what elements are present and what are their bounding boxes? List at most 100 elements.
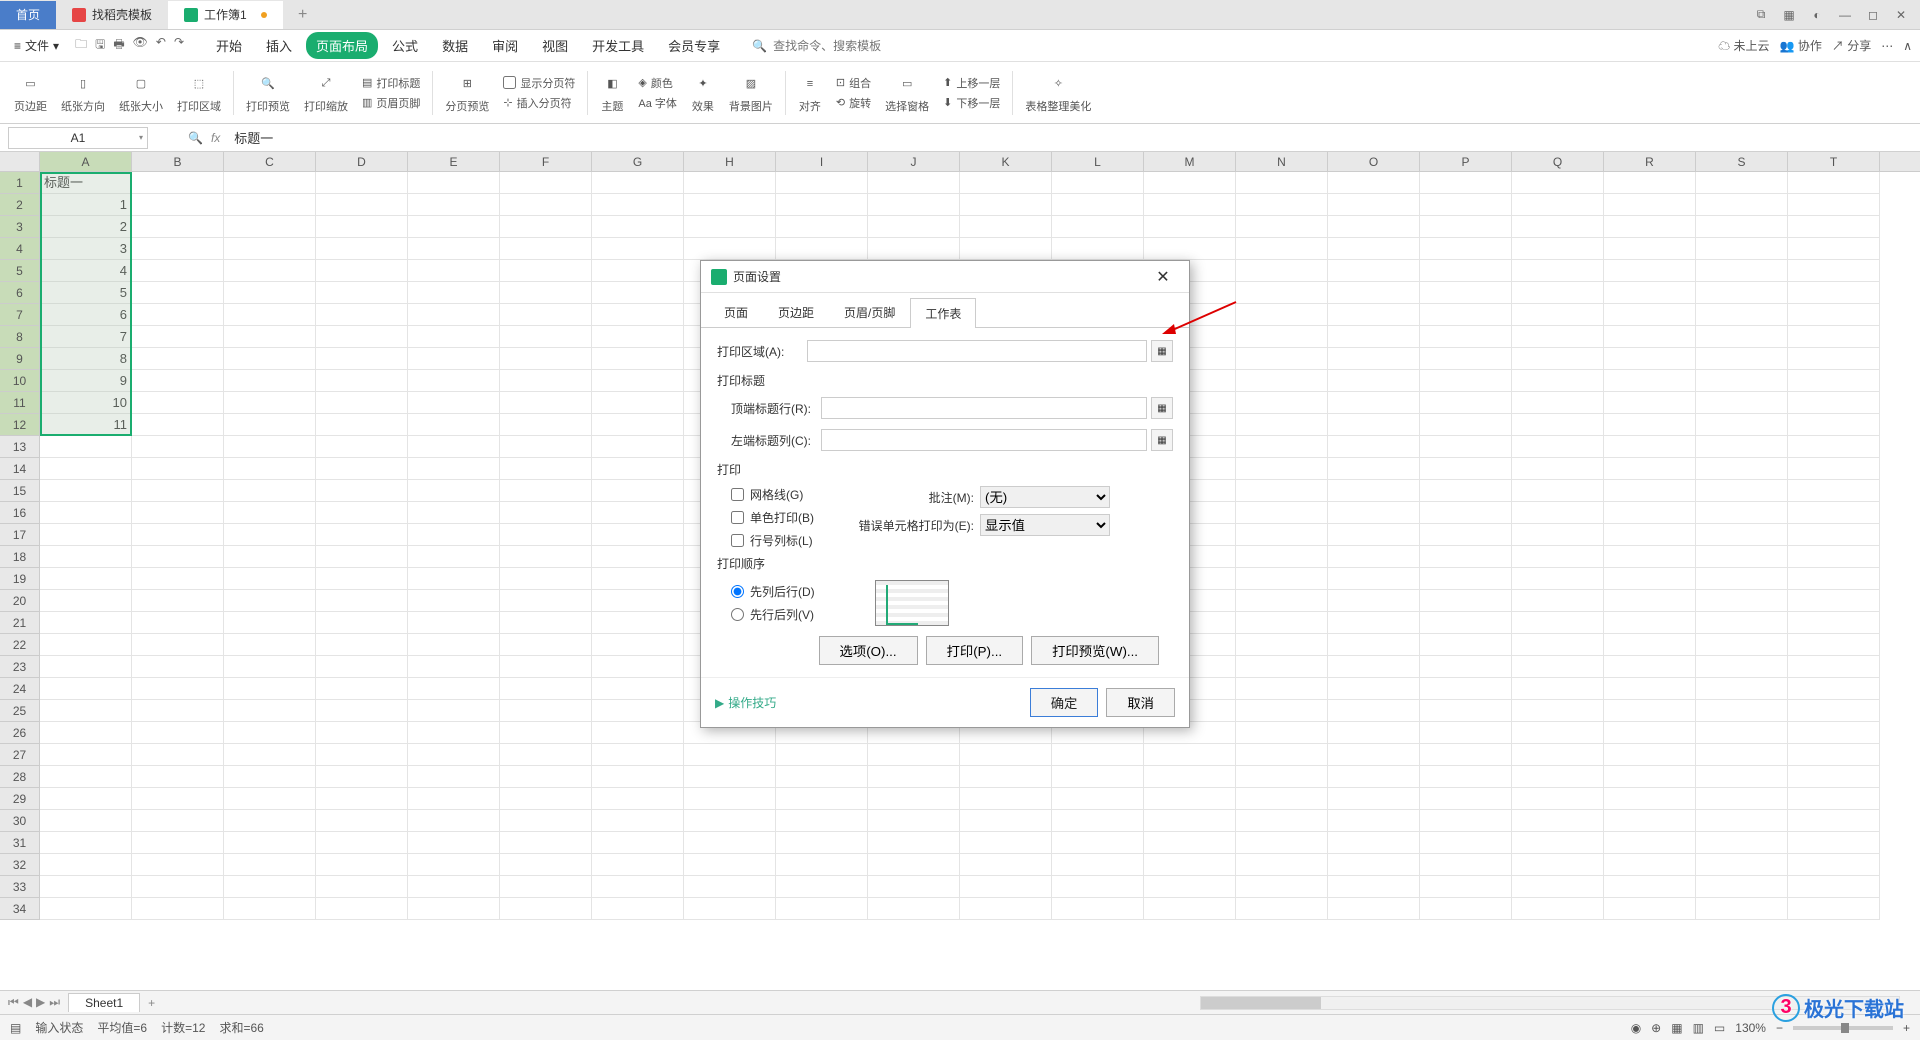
cell[interactable] (132, 172, 224, 194)
cell[interactable] (1420, 238, 1512, 260)
cell[interactable] (316, 172, 408, 194)
cell[interactable] (1420, 700, 1512, 722)
cell[interactable] (132, 348, 224, 370)
cell[interactable] (1788, 260, 1880, 282)
cell[interactable] (316, 876, 408, 898)
bw-check[interactable]: 单色打印(B) (731, 509, 814, 526)
cell[interactable] (316, 678, 408, 700)
cell[interactable] (1420, 194, 1512, 216)
cell[interactable] (1788, 788, 1880, 810)
cell[interactable] (1512, 854, 1604, 876)
cell[interactable] (1788, 458, 1880, 480)
cell[interactable] (1420, 326, 1512, 348)
cell[interactable] (500, 524, 592, 546)
cell[interactable] (408, 370, 500, 392)
cell[interactable] (1144, 854, 1236, 876)
cell[interactable] (1236, 590, 1328, 612)
cell[interactable] (1512, 700, 1604, 722)
cell[interactable] (1696, 414, 1788, 436)
cell[interactable] (1052, 788, 1144, 810)
cell[interactable] (1604, 370, 1696, 392)
col-header[interactable]: Q (1512, 152, 1604, 171)
align-button[interactable]: ≡对齐 (792, 72, 828, 114)
cell[interactable] (1788, 238, 1880, 260)
cell[interactable] (500, 282, 592, 304)
cell[interactable] (500, 854, 592, 876)
cell[interactable] (500, 590, 592, 612)
cell[interactable] (408, 348, 500, 370)
cell[interactable] (40, 480, 132, 502)
tips-link[interactable]: ▶操作技巧 (715, 688, 776, 717)
cell[interactable] (1604, 656, 1696, 678)
cell[interactable] (40, 678, 132, 700)
cell[interactable] (1328, 854, 1420, 876)
cell[interactable] (408, 480, 500, 502)
cell[interactable] (960, 238, 1052, 260)
coop-button[interactable]: 👥 协作 (1780, 37, 1822, 54)
cell[interactable] (132, 766, 224, 788)
name-box[interactable]: A1 (8, 127, 148, 149)
row-header[interactable]: 34 (0, 898, 40, 920)
cell[interactable] (1328, 766, 1420, 788)
row-header[interactable]: 33 (0, 876, 40, 898)
cell[interactable] (224, 480, 316, 502)
sheet-last-icon[interactable]: ⏭ (49, 995, 60, 1010)
ribbon-tab-5[interactable]: 审阅 (482, 32, 528, 59)
row-header[interactable]: 32 (0, 854, 40, 876)
cell[interactable] (960, 744, 1052, 766)
print-area-picker[interactable]: ▦ (1151, 340, 1173, 362)
cell[interactable] (592, 612, 684, 634)
cell[interactable] (1144, 766, 1236, 788)
cell[interactable] (1512, 260, 1604, 282)
cell[interactable] (1604, 832, 1696, 854)
cell[interactable] (500, 348, 592, 370)
cell[interactable] (1788, 634, 1880, 656)
cell[interactable] (1604, 788, 1696, 810)
row-header[interactable]: 18 (0, 546, 40, 568)
cell[interactable] (1696, 854, 1788, 876)
cell[interactable] (592, 568, 684, 590)
view-normal-icon[interactable]: ▦ (1671, 1021, 1682, 1035)
cell[interactable] (1604, 194, 1696, 216)
cell[interactable] (1328, 216, 1420, 238)
cell[interactable] (408, 678, 500, 700)
cell[interactable] (592, 370, 684, 392)
cell[interactable] (1328, 194, 1420, 216)
cell[interactable] (1328, 590, 1420, 612)
maximize-icon[interactable]: ◻ (1864, 6, 1882, 24)
cell[interactable] (408, 238, 500, 260)
cell[interactable] (1236, 546, 1328, 568)
cell[interactable] (316, 238, 408, 260)
cell[interactable] (1420, 722, 1512, 744)
cell[interactable] (684, 766, 776, 788)
cell[interactable] (500, 678, 592, 700)
cell[interactable] (1236, 854, 1328, 876)
cell[interactable] (1696, 788, 1788, 810)
cell[interactable] (132, 524, 224, 546)
cell[interactable] (776, 172, 868, 194)
cell[interactable] (500, 304, 592, 326)
cell[interactable] (408, 282, 500, 304)
cell[interactable] (1144, 810, 1236, 832)
cell[interactable] (1788, 766, 1880, 788)
print-preview-button[interactable]: 🔍打印预览 (240, 72, 296, 114)
cell[interactable] (1328, 634, 1420, 656)
cell[interactable] (592, 634, 684, 656)
cell[interactable] (592, 656, 684, 678)
cell[interactable] (500, 722, 592, 744)
cell[interactable] (224, 524, 316, 546)
cell[interactable] (1604, 260, 1696, 282)
cell[interactable] (1328, 722, 1420, 744)
row-header[interactable]: 19 (0, 568, 40, 590)
cell[interactable] (500, 414, 592, 436)
cell[interactable] (1512, 414, 1604, 436)
cell[interactable] (500, 656, 592, 678)
cell[interactable] (1788, 854, 1880, 876)
cell[interactable] (224, 216, 316, 238)
cell[interactable] (316, 590, 408, 612)
cell[interactable] (1512, 216, 1604, 238)
print-scale-button[interactable]: ⤢打印缩放 (298, 72, 354, 114)
cell[interactable] (1696, 480, 1788, 502)
cell[interactable] (868, 854, 960, 876)
cell[interactable] (1604, 392, 1696, 414)
